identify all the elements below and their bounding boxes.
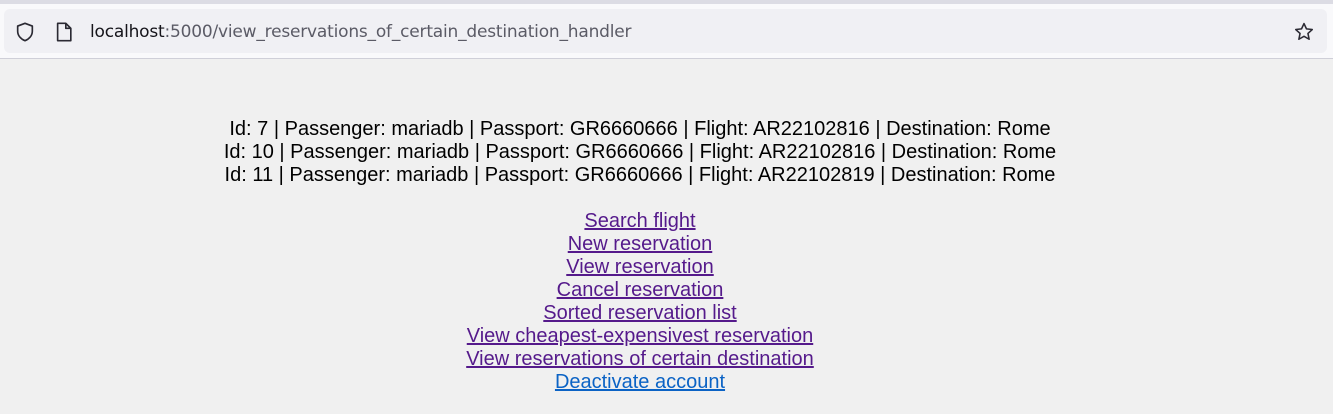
url-path: :5000/view_reservations_of_certain_desti… [164, 22, 632, 42]
reservation-item: Id: 11 | Passenger: mariadb | Passport: … [224, 164, 1056, 186]
shield-icon[interactable] [14, 21, 36, 43]
reservation-item: Id: 7 | Passenger: mariadb | Passport: G… [229, 118, 1051, 140]
url-text[interactable]: localhost:5000/view_reservations_of_cert… [90, 21, 632, 43]
star-icon[interactable] [1293, 21, 1315, 43]
reservation-list: Id: 7 | Passenger: mariadb | Passport: G… [0, 118, 1280, 187]
search-flight-link[interactable]: Search flight [584, 210, 695, 233]
sorted-reservation-list-link[interactable]: Sorted reservation list [543, 302, 736, 325]
address-bar[interactable]: localhost:5000/view_reservations_of_cert… [4, 9, 1327, 53]
browser-toolbar: localhost:5000/view_reservations_of_cert… [0, 4, 1333, 59]
view-reservations-of-certain-destination-link[interactable]: View reservations of certain destination [466, 348, 814, 371]
url-host: localhost [90, 22, 165, 42]
cancel-reservation-link[interactable]: Cancel reservation [557, 279, 724, 302]
view-reservation-link[interactable]: View reservation [566, 256, 713, 279]
new-reservation-link[interactable]: New reservation [568, 233, 713, 256]
navigation-links: Search flight New reservation View reser… [0, 210, 1280, 394]
view-cheapest-expensivest-reservation-link[interactable]: View cheapest-expensivest reservation [467, 325, 813, 348]
reservation-item: Id: 10 | Passenger: mariadb | Passport: … [223, 141, 1057, 163]
page-icon[interactable] [54, 21, 74, 43]
page-content: Id: 7 | Passenger: mariadb | Passport: G… [0, 118, 1280, 394]
deactivate-account-link[interactable]: Deactivate account [555, 371, 725, 394]
